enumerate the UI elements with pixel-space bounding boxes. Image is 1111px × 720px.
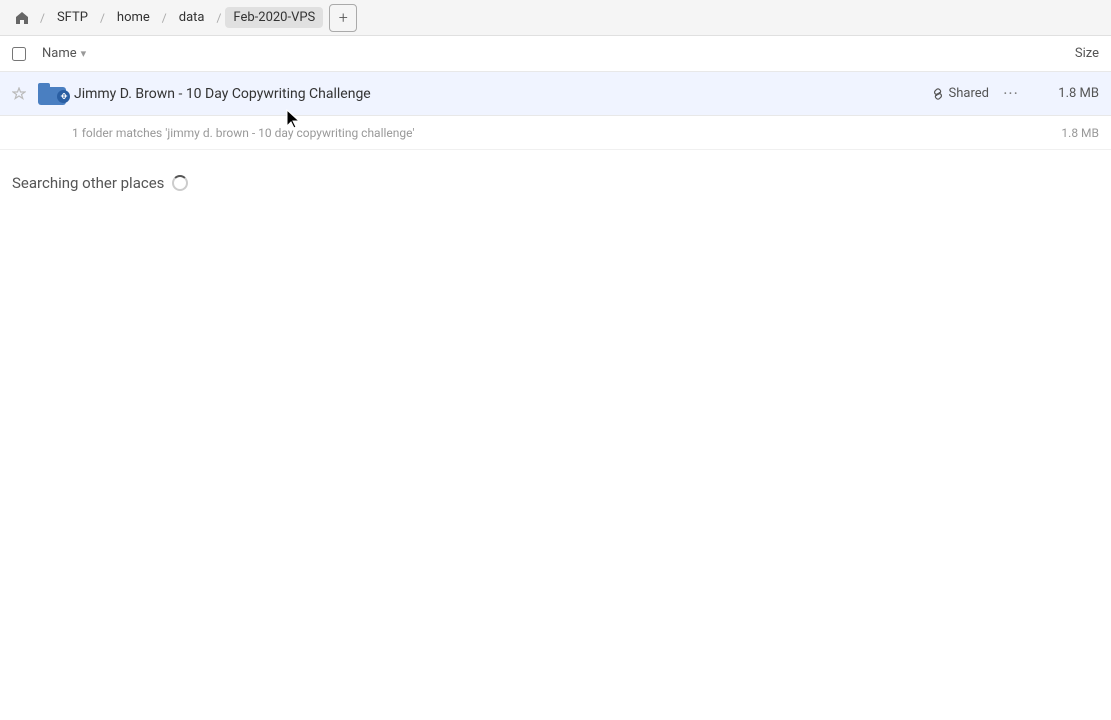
shared-label: Shared xyxy=(949,86,989,101)
sep-3: / xyxy=(162,11,167,25)
breadcrumb-sftp[interactable]: SFTP xyxy=(49,7,96,28)
file-row[interactable]: Jimmy D. Brown - 10 Day Copywriting Chal… xyxy=(0,72,1111,116)
name-column-header[interactable]: Name ▾ xyxy=(42,46,1019,61)
breadcrumb-data[interactable]: data xyxy=(171,7,213,28)
searching-label: Searching other places xyxy=(12,174,164,192)
sep-4: / xyxy=(216,11,221,25)
sort-icon: ▾ xyxy=(81,47,87,60)
column-header-row: Name ▾ Size xyxy=(0,36,1111,72)
match-size: 1.8 MB xyxy=(1029,126,1099,140)
sep-1: / xyxy=(40,11,45,25)
searching-row: Searching other places xyxy=(0,150,1111,204)
home-button[interactable] xyxy=(8,4,36,32)
breadcrumb-bar: / SFTP / home / data / Feb-2020-VPS + xyxy=(0,0,1111,36)
size-column-header[interactable]: Size xyxy=(1019,46,1099,61)
link-icon xyxy=(931,87,945,101)
shared-folder-icon xyxy=(38,83,66,105)
shared-badge: Shared xyxy=(931,86,989,101)
star-button[interactable] xyxy=(12,87,36,101)
breadcrumb-home[interactable]: home xyxy=(109,7,158,28)
file-name: Jimmy D. Brown - 10 Day Copywriting Chal… xyxy=(74,86,931,102)
more-options-button[interactable]: ··· xyxy=(997,80,1025,108)
breadcrumb-feb2020vps[interactable]: Feb-2020-VPS xyxy=(225,7,323,28)
file-size: 1.8 MB xyxy=(1029,86,1099,101)
sep-2: / xyxy=(100,11,105,25)
folder-icon-wrap xyxy=(36,83,68,105)
select-all-checkbox[interactable] xyxy=(12,47,26,61)
add-tab-button[interactable]: + xyxy=(329,4,357,32)
match-text: 1 folder matches 'jimmy d. brown - 10 da… xyxy=(72,126,1029,140)
name-column-label: Name xyxy=(42,46,77,61)
match-info-row: 1 folder matches 'jimmy d. brown - 10 da… xyxy=(0,116,1111,150)
more-icon: ··· xyxy=(1003,84,1019,103)
select-all-checkbox-wrap[interactable] xyxy=(12,47,42,61)
loading-spinner xyxy=(172,175,188,191)
